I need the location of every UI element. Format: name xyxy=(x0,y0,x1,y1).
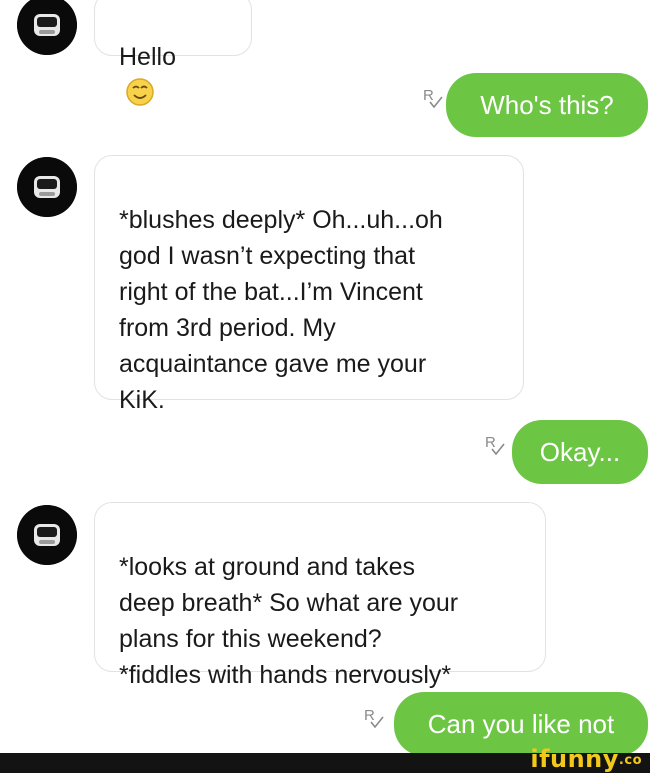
incoming-message[interactable]: Hello xyxy=(94,0,252,107)
message-text: *looks at ground and takes deep breath* … xyxy=(119,553,459,689)
read-receipt-icon: R xyxy=(423,87,443,109)
read-receipt-icon: R xyxy=(364,707,384,729)
read-receipt-icon: R xyxy=(485,434,505,456)
message-text: Who's this? xyxy=(480,90,614,120)
message-text: Hello xyxy=(119,43,176,71)
message-text: Okay... xyxy=(539,437,621,467)
astronaut-helmet-icon xyxy=(17,157,77,217)
outgoing-message[interactable]: Okay... xyxy=(512,420,648,484)
watermark-suffix: .co xyxy=(618,753,642,768)
smiling-face-icon xyxy=(126,78,154,107)
contact-avatar[interactable] xyxy=(17,157,77,217)
svg-text:R: R xyxy=(364,707,375,724)
watermark-text: ifunny xyxy=(530,745,619,773)
message-text: *blushes deeply* Oh...uh...oh god I wasn… xyxy=(119,206,443,414)
ifunny-watermark: ifunny.co xyxy=(530,747,642,771)
astronaut-helmet-icon xyxy=(17,0,77,55)
outgoing-message[interactable]: Who's this? xyxy=(446,73,648,137)
astronaut-helmet-icon xyxy=(17,505,77,565)
svg-text:R: R xyxy=(423,87,434,104)
incoming-message[interactable]: *looks at ground and takes deep breath* … xyxy=(94,502,546,689)
contact-avatar[interactable] xyxy=(17,505,77,565)
message-text: Can you like not xyxy=(427,709,615,739)
incoming-message[interactable]: *blushes deeply* Oh...uh...oh god I wasn… xyxy=(94,155,524,414)
contact-avatar[interactable] xyxy=(17,0,77,55)
svg-text:R: R xyxy=(485,434,496,451)
